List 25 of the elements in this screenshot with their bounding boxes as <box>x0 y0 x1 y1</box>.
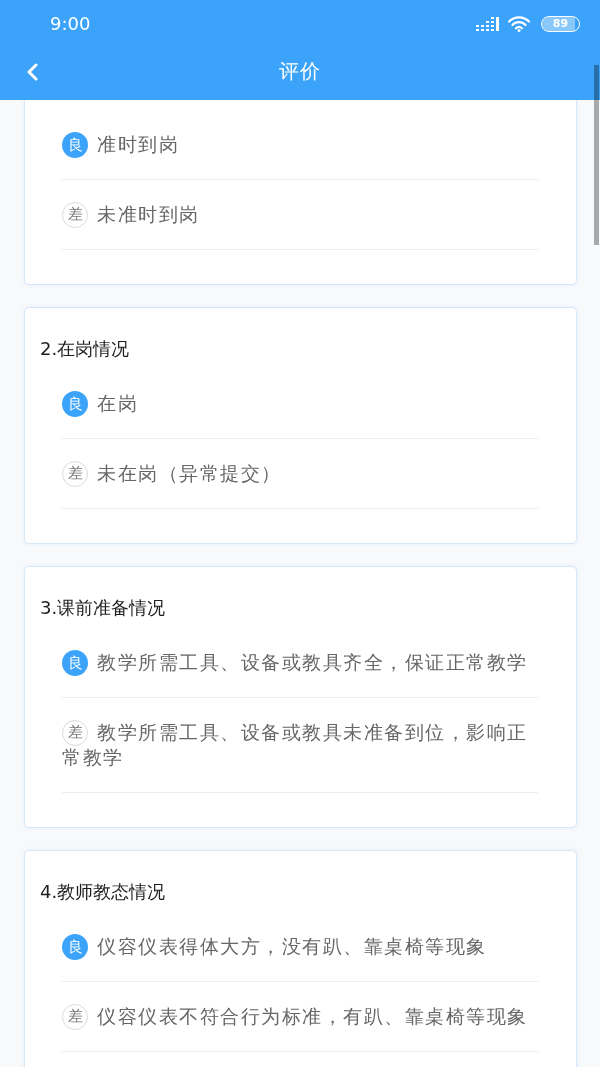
option-item[interactable]: 良 仪容仪表得体大方，没有趴、靠桌椅等现象 <box>62 934 538 959</box>
signal-icon <box>476 16 500 31</box>
option-item[interactable]: 良 在岗 <box>62 391 538 416</box>
option-item[interactable]: 差 教学所需工具、设备或教具未准备到位，影响正常教学 <box>62 720 538 770</box>
option-item[interactable]: 差 未在岗（异常提交） <box>62 461 538 486</box>
grade-badge: 差 <box>62 1004 88 1030</box>
grade-badge: 良 <box>62 650 88 676</box>
option-item[interactable]: 良 教学所需工具、设备或教具齐全，保证正常教学 <box>62 650 538 675</box>
wifi-icon <box>508 15 530 32</box>
section-title: 2.在岗情况 <box>39 337 131 361</box>
grade-badge: 差 <box>62 202 88 228</box>
option-item[interactable]: 良 准时到岗 <box>62 132 538 157</box>
status-time: 9:00 <box>50 12 91 35</box>
grade-badge: 良 <box>62 391 88 417</box>
page-title: 评价 <box>279 57 321 84</box>
section-title: 4.教师教态情况 <box>39 880 167 904</box>
grade-badge: 良 <box>62 132 88 158</box>
grade-badge: 差 <box>62 461 88 487</box>
option-item[interactable]: 差 未准时到岗 <box>62 202 538 227</box>
chevron-left-icon <box>26 63 38 81</box>
option-item[interactable]: 差 仪容仪表不符合行为标准，有趴、靠桌椅等现象 <box>62 1004 538 1029</box>
grade-badge: 差 <box>62 720 88 746</box>
battery-indicator: 89 <box>541 15 580 32</box>
section-title: 3.课前准备情况 <box>39 596 167 620</box>
grade-badge: 良 <box>62 934 88 960</box>
